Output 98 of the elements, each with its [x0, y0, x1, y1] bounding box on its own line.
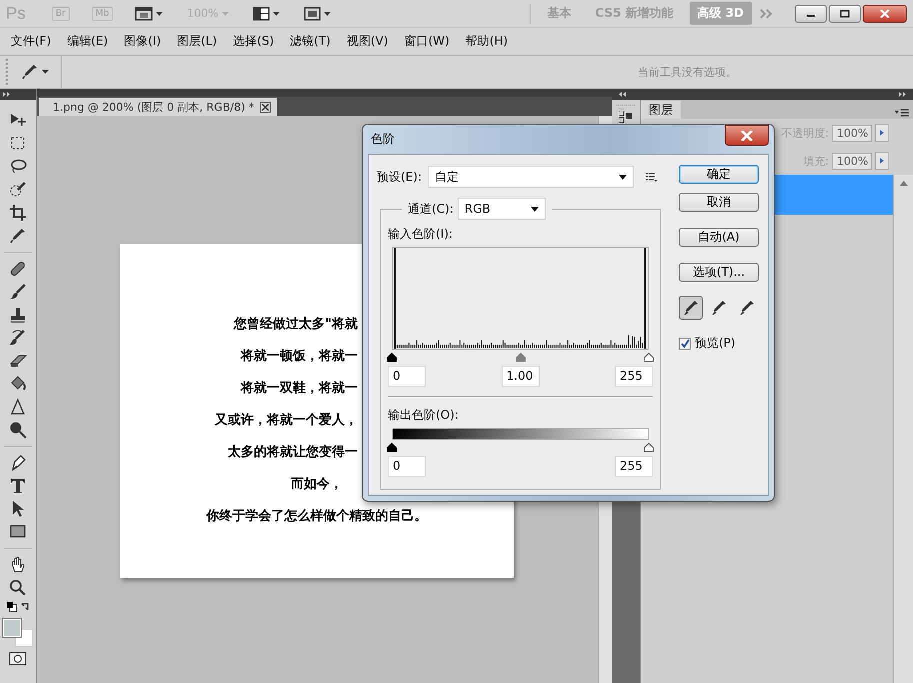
- slider-handle[interactable]: [644, 353, 654, 362]
- document-text-line: 你终于学会了怎么样做个精致的自己。: [206, 509, 428, 525]
- color-swatches-icon[interactable]: [3, 619, 33, 647]
- panel-tab[interactable]: 图层: [641, 101, 681, 119]
- preset-dropdown[interactable]: 自定: [428, 166, 634, 188]
- scrollbar[interactable]: [893, 175, 913, 683]
- dock-grip-icon: [616, 104, 636, 107]
- brush-icon[interactable]: [9, 283, 27, 301]
- type-tool-icon[interactable]: [9, 477, 27, 495]
- eyedropper-icon: [711, 300, 727, 316]
- level-input[interactable]: 0: [388, 456, 426, 477]
- slider-handle[interactable]: [644, 443, 654, 452]
- history-brush-icon[interactable]: [9, 329, 27, 347]
- document-text-line: 太多的将就让您变得一: [228, 445, 358, 461]
- menu-item[interactable]: 选择(S): [225, 31, 282, 52]
- level-input[interactable]: 255: [615, 456, 653, 477]
- level-input[interactable]: 1.00: [502, 366, 540, 387]
- caret-icon: [530, 206, 539, 212]
- caret-icon: [42, 70, 49, 74]
- dialog-button[interactable]: 确定: [679, 165, 759, 184]
- expand-icon[interactable]: [3, 92, 11, 97]
- scroll-up-icon: [900, 181, 908, 186]
- fill-field[interactable]: 100%: [832, 152, 872, 170]
- close-icon: [880, 10, 890, 18]
- dialog-button[interactable]: 取消: [679, 193, 759, 212]
- layout-grid-icon[interactable]: [252, 6, 270, 20]
- menu-item[interactable]: 滤镜(T): [282, 31, 339, 52]
- close-button[interactable]: [863, 4, 907, 22]
- arrow-right-icon: [880, 130, 884, 136]
- stepper-button[interactable]: [875, 152, 889, 170]
- paint-bucket-icon[interactable]: [9, 375, 27, 393]
- document-text-line: 而如今，: [291, 477, 343, 493]
- checkmark-icon: [680, 339, 690, 348]
- dialog-button[interactable]: 选项(T)...: [679, 263, 759, 282]
- eyedropper-icon[interactable]: [9, 227, 27, 245]
- quick-selection-icon[interactable]: [9, 181, 27, 199]
- caret-icon: [156, 12, 164, 16]
- list-menu-icon[interactable]: [646, 172, 658, 182]
- options-message: 当前工具没有选项。: [637, 64, 738, 80]
- film-icon[interactable]: [135, 6, 154, 20]
- caret-icon: [619, 174, 627, 180]
- eyedropper-button[interactable]: [679, 296, 703, 320]
- pen-icon[interactable]: [9, 454, 27, 472]
- crop-icon[interactable]: [9, 204, 27, 222]
- minimize-button[interactable]: [795, 4, 827, 22]
- arrow-right-icon: [880, 158, 884, 164]
- document-text-line: 将就一双鞋，将就一: [241, 381, 358, 397]
- close-button[interactable]: [725, 125, 769, 146]
- eyedropper-icon: [22, 64, 38, 80]
- stepper-button[interactable]: [875, 124, 889, 142]
- slider-handle[interactable]: [387, 353, 397, 362]
- menu-item[interactable]: 帮助(H): [458, 31, 516, 52]
- output-levels-label: 输出色阶(O):: [388, 407, 460, 424]
- document-text-line: 您曾经做过太多"将就: [234, 317, 358, 333]
- stamp-icon[interactable]: [9, 306, 27, 324]
- caret-icon: [324, 12, 331, 16]
- preset-label: 预设(E):: [377, 168, 422, 186]
- preview-checkbox[interactable]: [679, 338, 691, 350]
- default-colors-icon[interactable]: [6, 602, 16, 612]
- triangle-icon[interactable]: [9, 398, 27, 416]
- menu-item[interactable]: 文件(F): [3, 31, 60, 52]
- expand-icon[interactable]: [899, 92, 907, 97]
- preset-value: 自定: [435, 168, 459, 186]
- menu-item[interactable]: 图层(L): [169, 31, 226, 52]
- input-levels-label: 输入色阶(I):: [388, 226, 454, 243]
- dialog-button[interactable]: 自动(A): [679, 228, 759, 247]
- zoom-icon[interactable]: [9, 579, 27, 597]
- level-input[interactable]: 255: [615, 366, 653, 387]
- menu-item[interactable]: 编辑(E): [59, 31, 116, 52]
- lasso-icon[interactable]: [9, 158, 27, 176]
- eyedropper-icon: [683, 300, 699, 316]
- channel-label: 通道(C):: [408, 200, 454, 218]
- close-icon: [741, 130, 753, 140]
- slider-handle[interactable]: [516, 353, 526, 362]
- quick-mask-icon[interactable]: [9, 652, 27, 666]
- slider-handle[interactable]: [387, 443, 397, 452]
- panel-menu-icon[interactable]: [895, 109, 909, 119]
- menu-item[interactable]: 窗口(W): [396, 31, 458, 52]
- eyedropper-icon: [739, 300, 755, 316]
- document-text-line: 将就一顿饭，将就一: [241, 349, 358, 365]
- caret-icon: [272, 12, 280, 16]
- preview-label: 预览(P): [695, 335, 736, 352]
- restore-button[interactable]: [829, 4, 861, 22]
- screen-mode-icon[interactable]: [304, 6, 321, 20]
- document-text-line: 又或许，将就一个爱人，: [215, 413, 358, 429]
- restore-icon: [840, 10, 850, 18]
- layers-icon[interactable]: [619, 111, 633, 123]
- collapse-icon[interactable]: [618, 92, 626, 97]
- swap-arrows-icon[interactable]: [20, 602, 30, 612]
- level-input[interactable]: 0: [388, 366, 426, 387]
- dialog-title: 色阶: [371, 131, 395, 148]
- menu-item[interactable]: 视图(V): [338, 31, 396, 52]
- document-tab[interactable]: 1.png @ 200% (图层 0 副本, RGB/8) *: [39, 98, 278, 116]
- opacity-field[interactable]: 100%: [832, 124, 872, 142]
- channel-dropdown[interactable]: RGB: [458, 198, 546, 220]
- caret-icon: [222, 12, 229, 16]
- menu-item[interactable]: 图像(I): [116, 31, 170, 52]
- close-icon[interactable]: [262, 104, 270, 110]
